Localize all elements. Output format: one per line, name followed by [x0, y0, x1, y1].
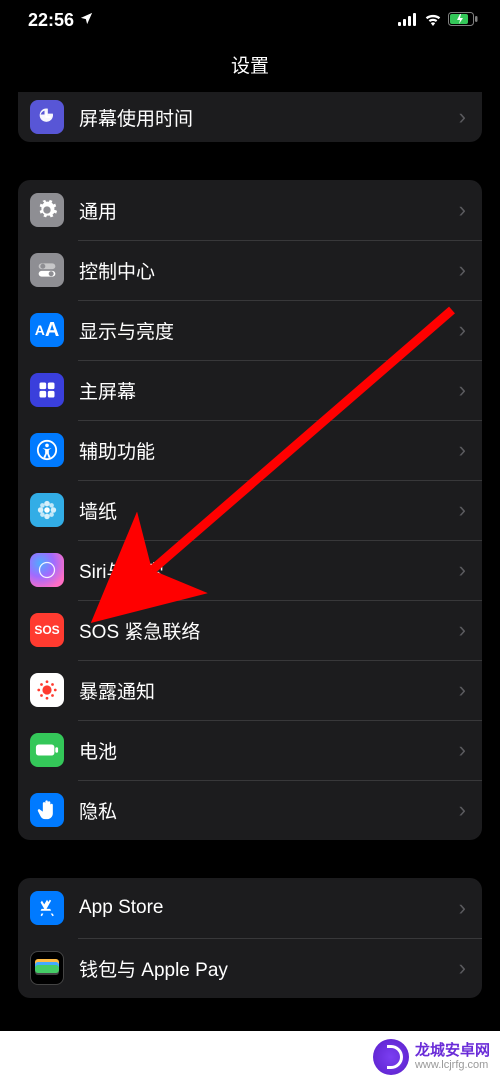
- chevron-right-icon: ›: [459, 617, 466, 643]
- chevron-right-icon: ›: [459, 197, 466, 223]
- settings-list: 屏幕使用时间 › 通用 › 控制中心 › AA 显示与亮度 ›: [0, 92, 500, 998]
- text-size-icon: AA: [30, 313, 64, 347]
- signal-icon: [398, 10, 418, 31]
- status-left: 22:56: [28, 10, 94, 31]
- sos-icon: SOS: [30, 613, 64, 647]
- chevron-right-icon: ›: [459, 557, 466, 583]
- row-general[interactable]: 通用 ›: [18, 180, 482, 240]
- battery-icon: [30, 733, 64, 767]
- wifi-icon: [424, 10, 442, 31]
- row-wallet-apple-pay[interactable]: 钱包与 Apple Pay ›: [18, 938, 482, 998]
- row-battery[interactable]: 电池 ›: [18, 720, 482, 780]
- status-right: [398, 10, 478, 31]
- chevron-right-icon: ›: [459, 797, 466, 823]
- row-home-screen[interactable]: 主屏幕 ›: [18, 360, 482, 420]
- row-label: SOS 紧急联络: [79, 617, 459, 644]
- chevron-right-icon: ›: [459, 377, 466, 403]
- row-label: App Store: [79, 897, 459, 919]
- gear-icon: [30, 193, 64, 227]
- chevron-right-icon: ›: [459, 895, 466, 921]
- row-control-center[interactable]: 控制中心 ›: [18, 240, 482, 300]
- row-label: 电池: [79, 737, 459, 764]
- row-label: 墙纸: [79, 497, 459, 524]
- row-label: 钱包与 Apple Pay: [79, 955, 459, 982]
- exposure-icon: [30, 673, 64, 707]
- row-label: 暴露通知: [79, 677, 459, 704]
- row-label: Siri与搜索: [79, 557, 459, 584]
- settings-group-main: 通用 › 控制中心 › AA 显示与亮度 › 主屏幕 ›: [18, 180, 482, 840]
- settings-group-screentime: 屏幕使用时间 ›: [18, 92, 482, 142]
- wallet-icon: [30, 951, 64, 985]
- grid-icon: [30, 373, 64, 407]
- row-app-store[interactable]: App Store ›: [18, 878, 482, 938]
- chevron-right-icon: ›: [459, 437, 466, 463]
- row-emergency-sos[interactable]: SOS SOS 紧急联络 ›: [18, 600, 482, 660]
- watermark-logo-icon: [373, 1039, 409, 1075]
- chevron-right-icon: ›: [459, 257, 466, 283]
- row-label: 辅助功能: [79, 437, 459, 464]
- chevron-right-icon: ›: [459, 497, 466, 523]
- status-bar: 22:56: [0, 0, 500, 33]
- page-title: 设置: [0, 33, 500, 92]
- chevron-right-icon: ›: [459, 317, 466, 343]
- screen-time-icon: [30, 100, 64, 134]
- row-screen-time[interactable]: 屏幕使用时间 ›: [18, 92, 482, 142]
- row-label: 通用: [79, 197, 459, 224]
- app-store-icon: [30, 891, 64, 925]
- row-label: 显示与亮度: [79, 317, 459, 344]
- settings-group-store: App Store › 钱包与 Apple Pay ›: [18, 878, 482, 998]
- hand-icon: [30, 793, 64, 827]
- accessibility-icon: [30, 433, 64, 467]
- chevron-right-icon: ›: [459, 677, 466, 703]
- siri-icon: [30, 553, 64, 587]
- status-time: 22:56: [28, 10, 74, 31]
- row-label: 屏幕使用时间: [79, 104, 459, 131]
- chevron-right-icon: ›: [459, 104, 466, 130]
- watermark: 龙城安卓网 www.lcjrfg.com: [0, 1031, 500, 1083]
- row-label: 主屏幕: [79, 377, 459, 404]
- row-display-brightness[interactable]: AA 显示与亮度 ›: [18, 300, 482, 360]
- watermark-title: 龙城安卓网: [415, 1043, 490, 1060]
- watermark-url: www.lcjrfg.com: [415, 1059, 490, 1071]
- row-wallpaper[interactable]: 墙纸 ›: [18, 480, 482, 540]
- chevron-right-icon: ›: [459, 955, 466, 981]
- row-privacy[interactable]: 隐私 ›: [18, 780, 482, 840]
- row-label: 隐私: [79, 797, 459, 824]
- toggles-icon: [30, 253, 64, 287]
- row-siri-search[interactable]: Siri与搜索 ›: [18, 540, 482, 600]
- battery-icon: [448, 10, 478, 31]
- row-accessibility[interactable]: 辅助功能 ›: [18, 420, 482, 480]
- flower-icon: [30, 493, 64, 527]
- row-exposure-notification[interactable]: 暴露通知 ›: [18, 660, 482, 720]
- location-icon: [79, 10, 94, 31]
- chevron-right-icon: ›: [459, 737, 466, 763]
- row-label: 控制中心: [79, 257, 459, 284]
